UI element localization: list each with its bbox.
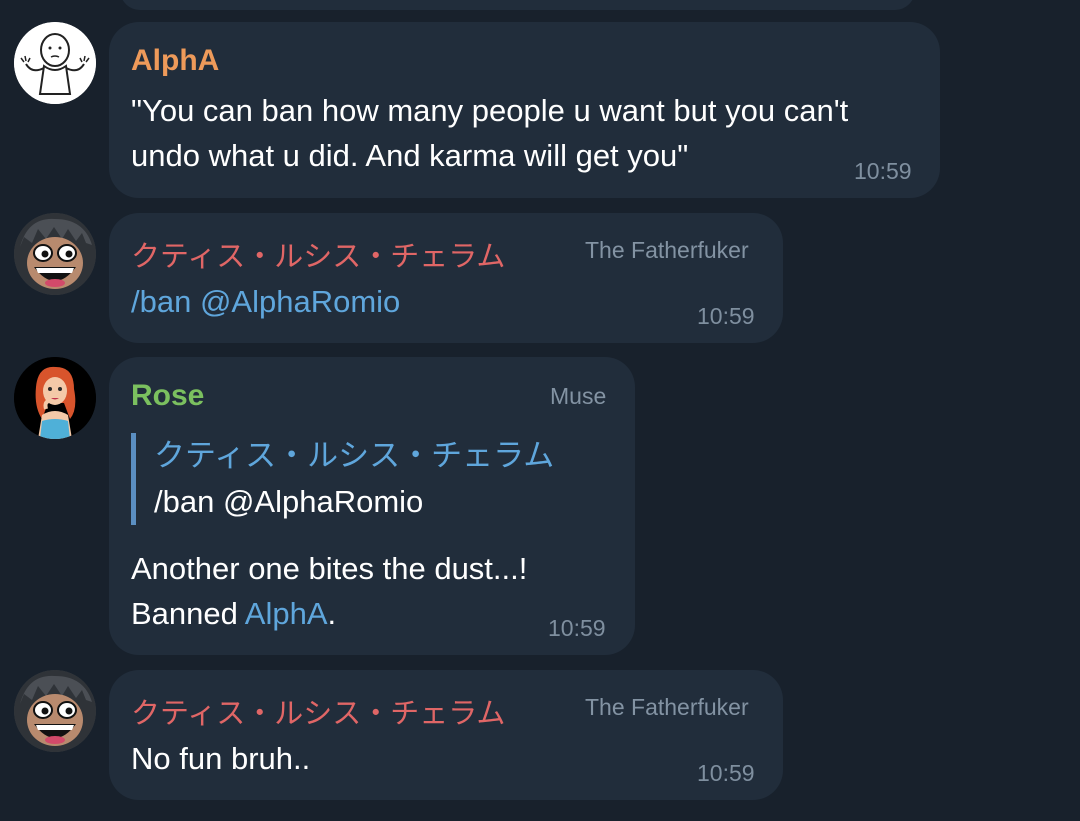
message-text-line-2: Banned AlphA. [131, 591, 336, 636]
command-link[interactable]: /ban @AlphaRomio [131, 279, 400, 324]
message-text-line-1: Another one bites the dust...! [131, 551, 528, 586]
shrug-meme-avatar-icon[interactable] [14, 22, 96, 104]
grinning-face-avatar-icon[interactable] [14, 213, 96, 295]
banned-suffix: . [327, 596, 337, 631]
sender-name[interactable]: Rose [131, 379, 204, 413]
mention-link[interactable]: AlphA [245, 596, 328, 631]
reply-quote[interactable]: クティス・ルシス・チェラム /ban @AlphaRomio [131, 433, 554, 525]
message-time: 10:59 [548, 615, 606, 641]
previous-message-bubble[interactable] [120, 0, 915, 10]
message-text: No fun bruh.. [131, 741, 311, 776]
message-text-line-1: "You can ban how many people u want but … [131, 93, 849, 128]
reply-sender-name: クティス・ルシス・チェラム [154, 438, 555, 474]
grinning-face-avatar-icon[interactable] [14, 670, 96, 752]
admin-title: The Fatherfuker [585, 694, 749, 720]
chat-view: AlphA "You can ban how many people u wan… [0, 0, 1080, 821]
message-time: 10:59 [854, 158, 912, 184]
message-text-line-2: undo what u did. And karma will get you" [131, 138, 689, 173]
message-bubble[interactable]: Rose Muse クティス・ルシス・チェラム /ban @AlphaRomio… [109, 357, 635, 655]
sender-name[interactable]: AlphA [131, 44, 219, 78]
admin-title: The Fatherfuker [585, 237, 749, 263]
reply-text: /ban @AlphaRomio [154, 484, 424, 519]
sender-name[interactable]: クティス・ルシス・チェラム [131, 690, 505, 732]
banned-prefix: Banned [131, 596, 245, 631]
message-time: 10:59 [697, 760, 755, 786]
sender-name[interactable]: クティス・ルシス・チェラム [131, 233, 505, 275]
message-time: 10:59 [697, 303, 755, 329]
message-bubble[interactable]: AlphA "You can ban how many people u wan… [109, 22, 940, 198]
redhead-girl-avatar-icon[interactable] [14, 357, 96, 439]
message-bubble[interactable]: クティス・ルシス・チェラム The Fatherfuker No fun bru… [109, 670, 783, 800]
message-bubble[interactable]: クティス・ルシス・チェラム The Fatherfuker /ban @Alph… [109, 213, 783, 343]
admin-title: Muse [550, 383, 607, 409]
